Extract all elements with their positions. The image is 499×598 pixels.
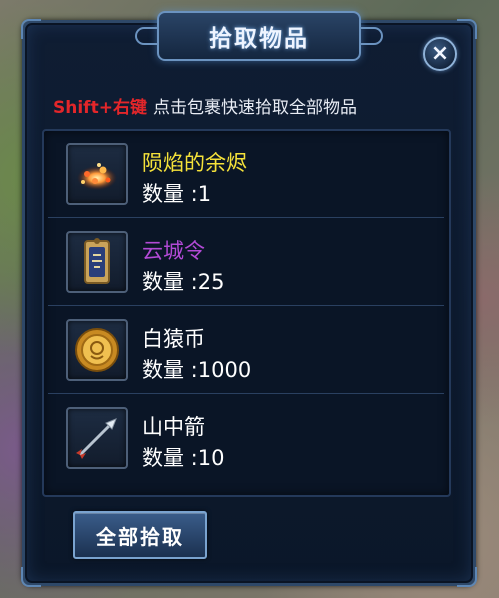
- take-all-button[interactable]: 全部拾取: [73, 511, 207, 559]
- coin-icon: [75, 328, 119, 372]
- item-name: 白猿币: [142, 327, 205, 351]
- close-button[interactable]: ×: [423, 37, 457, 71]
- item-count: 数量 :1000: [142, 358, 252, 382]
- hint-description: 点击包裹快速拾取全部物品: [152, 98, 357, 118]
- hint-text: Shift+右键 点击包裹快速拾取全部物品: [53, 93, 357, 118]
- ember-icon: [77, 163, 117, 190]
- loot-item-row[interactable]: 山中箭 数量 :10: [48, 395, 444, 481]
- item-slot[interactable]: [66, 407, 128, 469]
- loot-window: 拾取物品 × Shift+右键点击包裹快速拾取全部物品 陨焰的余烬 数量 :1: [21, 11, 477, 587]
- item-name: 陨焰的余烬: [142, 151, 247, 175]
- frame-corner: [21, 567, 41, 587]
- item-count: 数量 :25: [142, 270, 225, 294]
- loot-item-row[interactable]: 陨焰的余烬 数量 :1: [48, 131, 444, 218]
- token-icon: [84, 238, 110, 284]
- item-count: 数量 :10: [142, 446, 225, 470]
- title-plate: 拾取物品: [135, 11, 383, 61]
- frame-corner: [21, 19, 41, 39]
- loot-list: 陨焰的余烬 数量 :1 云城令 数量 :25 白猿币 数量:1000 山中箭 …: [42, 129, 451, 497]
- hint-key: Shift+右键: [53, 98, 147, 118]
- frame-corner: [457, 19, 477, 39]
- item-name: 山中箭: [142, 415, 205, 439]
- close-icon: ×: [430, 41, 450, 66]
- title-ornament: [135, 27, 159, 45]
- item-slot[interactable]: [66, 143, 128, 205]
- window-title: 拾取物品: [209, 26, 309, 52]
- item-name: 云城令: [142, 239, 205, 263]
- arrow-icon: [76, 418, 117, 459]
- loot-item-row[interactable]: 云城令 数量 :25: [48, 219, 444, 306]
- take-all-label: 全部拾取: [96, 524, 184, 549]
- item-slot[interactable]: [66, 319, 128, 381]
- frame-corner: [457, 567, 477, 587]
- loot-item-row[interactable]: 白猿币 数量 :1000: [48, 307, 444, 394]
- item-count: 数量 :1: [142, 182, 212, 206]
- item-slot[interactable]: [66, 231, 128, 293]
- title-ornament: [359, 27, 383, 45]
